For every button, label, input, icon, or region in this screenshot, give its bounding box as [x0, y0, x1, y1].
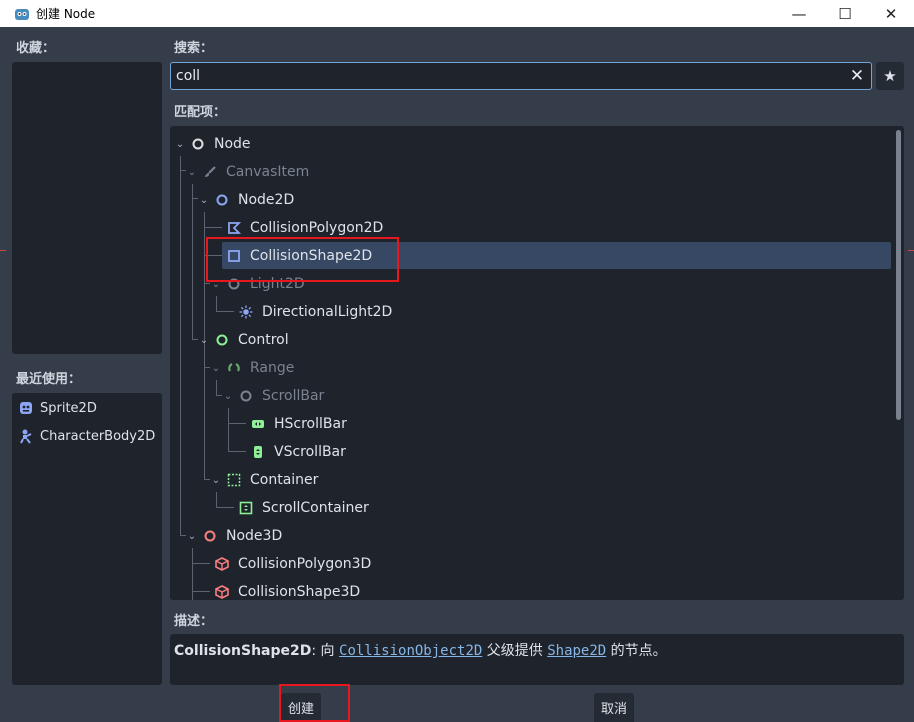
description-text: : 向 [311, 643, 340, 659]
description-node-name: CollisionShape2D [174, 643, 312, 659]
edge-marker [908, 250, 914, 251]
search-input[interactable] [171, 68, 843, 84]
create-highlight-annotation [279, 684, 350, 722]
search-field[interactable]: ✕ [170, 62, 872, 90]
collisionpolygon2d-icon [226, 220, 242, 236]
tree-row-label: ScrollContainer [262, 500, 369, 516]
collapse-arrow-icon[interactable]: ⌄ [174, 139, 186, 150]
recent-label: 最近使用： [16, 372, 82, 387]
minimize-button[interactable]: — [776, 0, 822, 27]
maximize-button[interactable]: ☐ [822, 0, 868, 27]
recent-item-label: CharacterBody2D [40, 428, 156, 444]
collapse-arrow-icon[interactable]: ⌄ [210, 363, 222, 374]
canvasitem-brush-icon [202, 164, 218, 180]
tree-row-node3d[interactable]: ⌄ Node3D [186, 522, 282, 550]
tree-row-label: VScrollBar [274, 444, 346, 460]
favorites-label: 收藏： [16, 41, 56, 56]
hscrollbar-icon [250, 416, 266, 432]
collapse-arrow-icon[interactable]: ⌄ [222, 391, 234, 402]
tree-scrollbar-thumb[interactable] [896, 130, 901, 420]
favorites-list[interactable] [12, 62, 162, 354]
collapse-arrow-icon[interactable]: ⌄ [186, 531, 198, 542]
characterbody2d-icon [18, 428, 34, 444]
tree-row-label: Control [238, 332, 289, 348]
edge-marker [0, 250, 6, 251]
window-title: 创建 Node [36, 7, 96, 21]
collisionpolygon3d-icon [214, 556, 230, 572]
tree-row-label: DirectionalLight2D [262, 304, 393, 320]
tree-row-label: CanvasItem [226, 164, 310, 180]
tree-row-directionallight2d[interactable]: DirectionalLight2D [238, 298, 392, 326]
tree-row-container[interactable]: ⌄ Container [210, 466, 319, 494]
matches-tree[interactable]: ⌄ Node ⌄ CanvasItem ⌄ Node2D CollisionPo… [170, 126, 904, 600]
matches-label: 匹配项： [174, 105, 227, 120]
godot-app-icon [15, 8, 29, 20]
tree-row-node2d[interactable]: ⌄ Node2D [198, 186, 294, 214]
vscrollbar-icon [250, 444, 266, 460]
scrollcontainer-icon [238, 500, 254, 516]
shape2d-link[interactable]: Shape2D [547, 643, 606, 659]
tree-row-range[interactable]: ⌄ Range [210, 354, 295, 382]
tree-row-label: CollisionPolygon3D [238, 556, 372, 572]
node2d-icon [214, 192, 230, 208]
tree-row-vscrollbar[interactable]: VScrollBar [250, 438, 346, 466]
title-bar: 创建 Node — ☐ ✕ [0, 0, 914, 27]
recent-item-sprite2d[interactable]: Sprite2D [12, 394, 162, 422]
tree-row-scrollbar[interactable]: ⌄ ScrollBar [222, 382, 325, 410]
description-label: 描述： [174, 614, 214, 629]
tree-row-canvasitem[interactable]: ⌄ CanvasItem [186, 158, 309, 186]
directionallight2d-icon [238, 304, 254, 320]
sprite2d-icon [18, 400, 34, 416]
tree-row-scrollcontainer[interactable]: ScrollContainer [238, 494, 369, 522]
collisionshape3d-icon [214, 584, 230, 600]
tree-row-label: CollisionShape3D [238, 584, 361, 600]
close-window-button[interactable]: ✕ [868, 0, 914, 27]
tree-row-collisionshape3d[interactable]: CollisionShape3D [214, 578, 360, 600]
recent-list[interactable]: Sprite2D CharacterBody2D [12, 393, 162, 685]
collisionobject2d-link[interactable]: CollisionObject2D [339, 643, 482, 659]
search-label: 搜索： [174, 41, 214, 56]
tree-row-label: Container [250, 472, 319, 488]
tree-row-label: Node [214, 136, 251, 152]
tree-row-hscrollbar[interactable]: HScrollBar [250, 410, 347, 438]
node-icon [190, 136, 206, 152]
control-icon [214, 332, 230, 348]
recent-item-label: Sprite2D [40, 400, 97, 416]
description-text: 父级提供 [482, 643, 548, 659]
tree-row-label: HScrollBar [274, 416, 347, 432]
collapse-arrow-icon[interactable]: ⌄ [186, 167, 198, 178]
tree-row-label: Range [250, 360, 295, 376]
scrollbar-icon [238, 388, 254, 404]
description-text: 的节点。 [606, 643, 667, 659]
tree-row-label: CollisionPolygon2D [250, 220, 384, 236]
tree-row-node[interactable]: ⌄ Node [174, 130, 251, 158]
recent-item-characterbody2d[interactable]: CharacterBody2D [12, 422, 162, 450]
collapse-arrow-icon[interactable]: ⌄ [198, 335, 210, 346]
favorite-star-button[interactable]: ★ [876, 62, 904, 90]
container-icon [226, 472, 242, 488]
collapse-arrow-icon[interactable]: ⌄ [198, 195, 210, 206]
range-icon [226, 360, 242, 376]
tree-row-label: ScrollBar [262, 388, 325, 404]
clear-icon[interactable]: ✕ [843, 63, 871, 89]
tree-row-collisionpolygon3d[interactable]: CollisionPolygon3D [214, 550, 371, 578]
cancel-button[interactable]: 取消 [594, 693, 634, 722]
highlight-annotation-box [206, 237, 399, 282]
node3d-icon [202, 528, 218, 544]
collapse-arrow-icon[interactable]: ⌄ [210, 475, 222, 486]
tree-row-label: Node2D [238, 192, 295, 208]
description-panel: CollisionShape2D: 向 CollisionObject2D 父级… [170, 634, 904, 685]
tree-row-label: Node3D [226, 528, 283, 544]
tree-row-control[interactable]: ⌄ Control [198, 326, 289, 354]
